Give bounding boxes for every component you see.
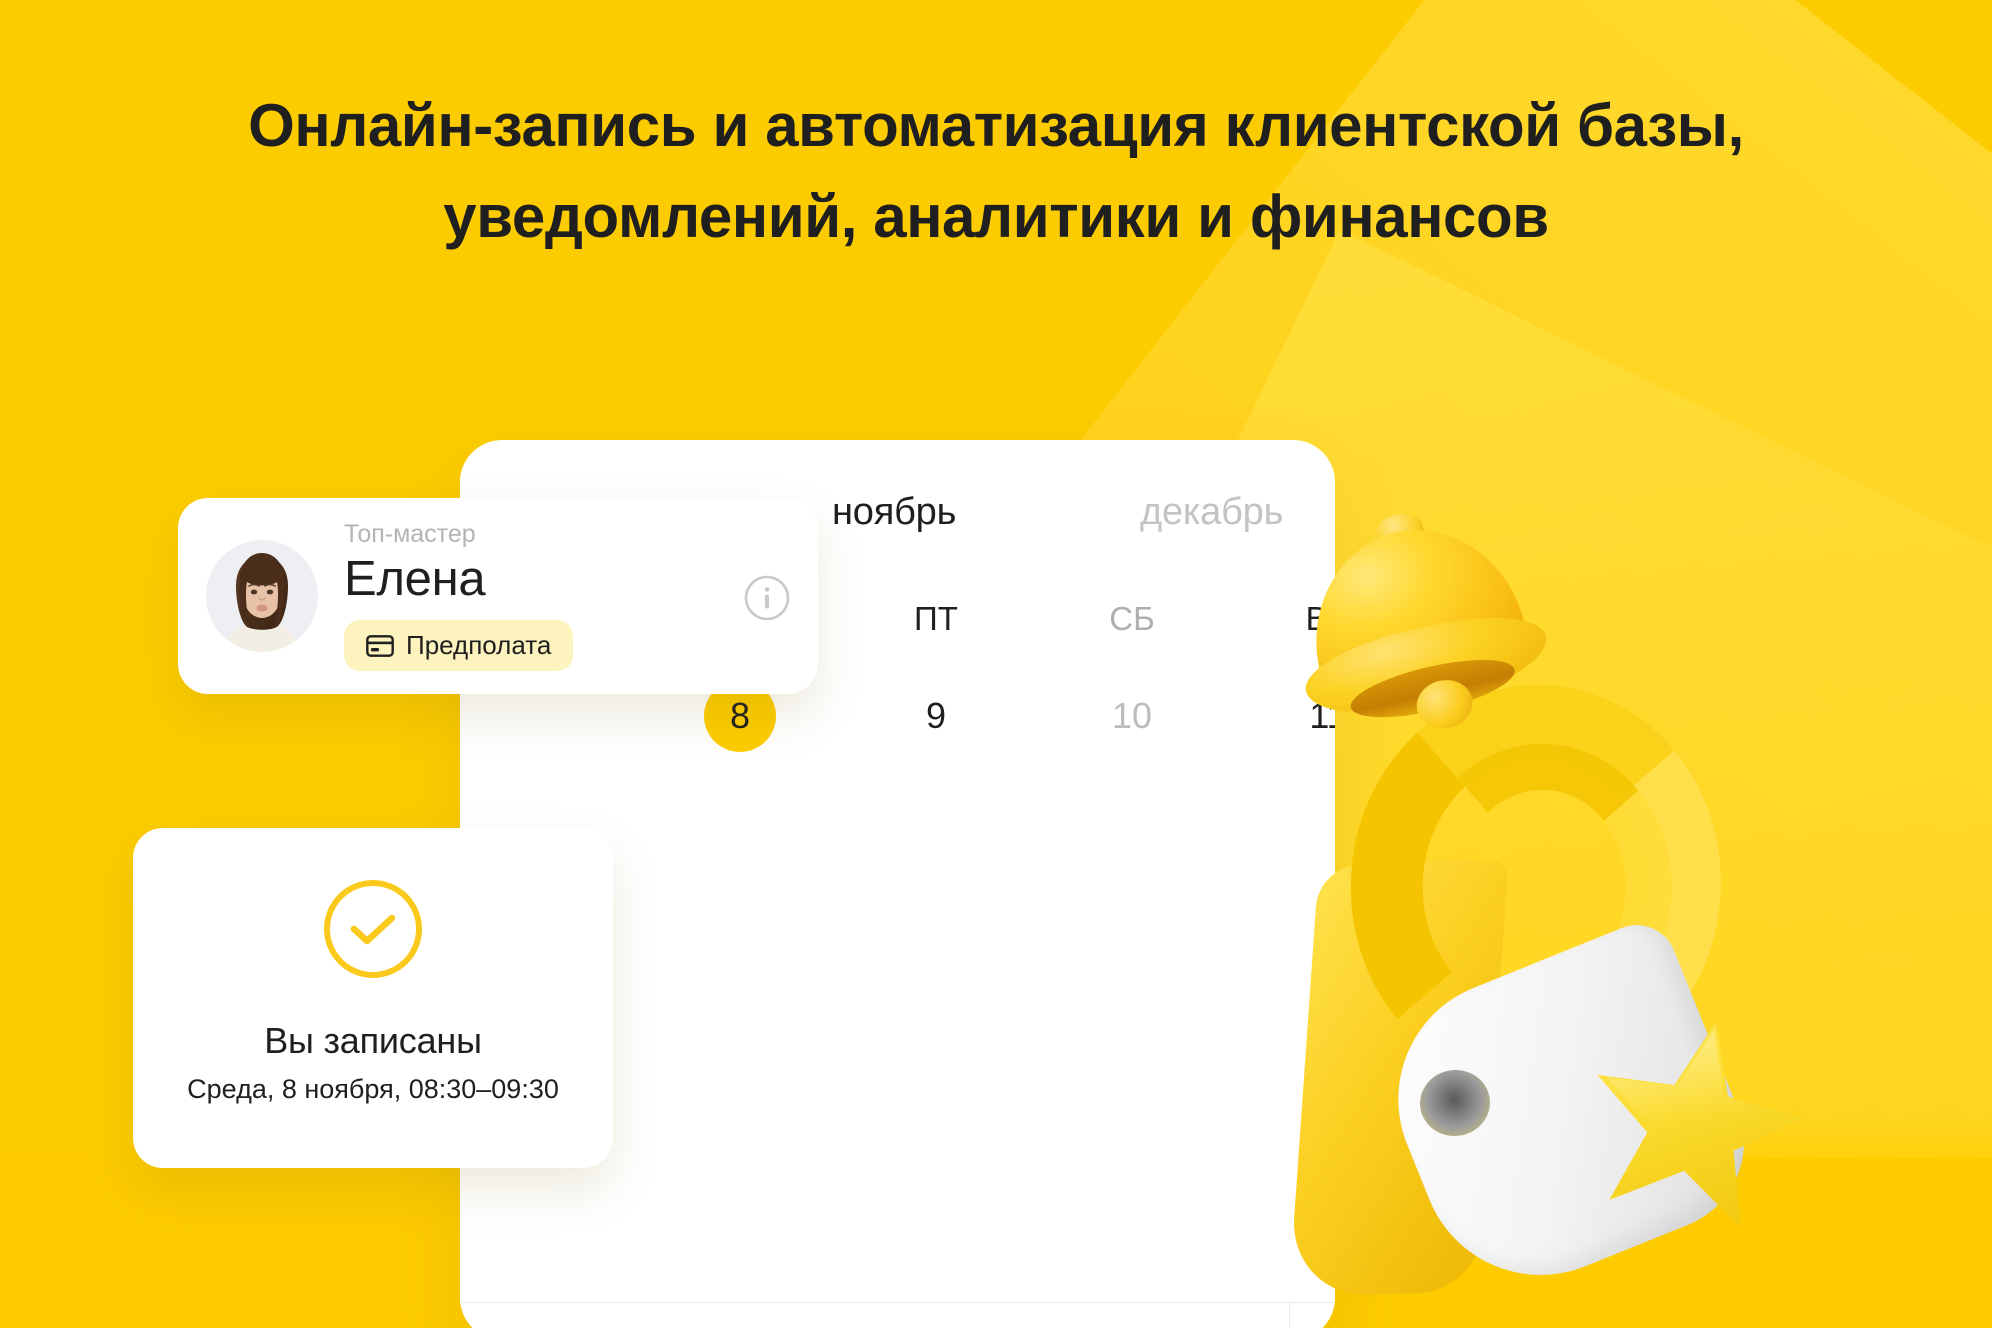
weekday-pt: ПТ (914, 600, 958, 637)
weekday-vs: ВС (1305, 600, 1335, 637)
month-current[interactable]: ноябрь (832, 491, 956, 534)
credit-card-icon (366, 634, 394, 657)
month-next[interactable]: декабрь (1140, 491, 1283, 534)
day-10[interactable]: 10 (1072, 680, 1192, 752)
status-badge[interactable]: Предполата (344, 620, 574, 672)
section-divider (460, 1302, 1335, 1303)
master-profile-card[interactable]: Топ-мастер Елена Предполата (178, 498, 818, 694)
confirmation-title: Вы записаны (264, 1020, 482, 1061)
booking-confirmation-card: Вы записаны Среда, 8 ноября, 08:30–09:30 (133, 828, 613, 1168)
day-9[interactable]: 9 (876, 680, 996, 752)
morning-section-header[interactable]: утро (460, 1320, 1335, 1328)
check-circle-icon (324, 880, 422, 978)
master-role: Топ-мастер (344, 519, 476, 548)
badge-label: Предполата (406, 630, 552, 661)
confirmation-subtitle: Среда, 8 ноября, 08:30–09:30 (187, 1074, 559, 1104)
headline-line-2: уведомлений, аналитики и финансов (443, 183, 1549, 251)
promo-banner: Онлайн-запись и автоматизация клиентской… (0, 0, 1992, 1328)
info-icon[interactable] (744, 575, 790, 621)
weekday-sb: СБ (1109, 600, 1155, 637)
profile-text-block: Топ-мастер Елена Предполата (344, 519, 734, 672)
avatar (206, 540, 318, 652)
page-title: Онлайн-запись и автоматизация клиентской… (0, 80, 1992, 262)
master-name: Елена (344, 552, 486, 607)
headline-line-1: Онлайн-запись и автоматизация клиентской… (248, 92, 1744, 159)
morning-label: утро (460, 1320, 1335, 1328)
day-11[interactable]: 11 (1268, 680, 1335, 752)
